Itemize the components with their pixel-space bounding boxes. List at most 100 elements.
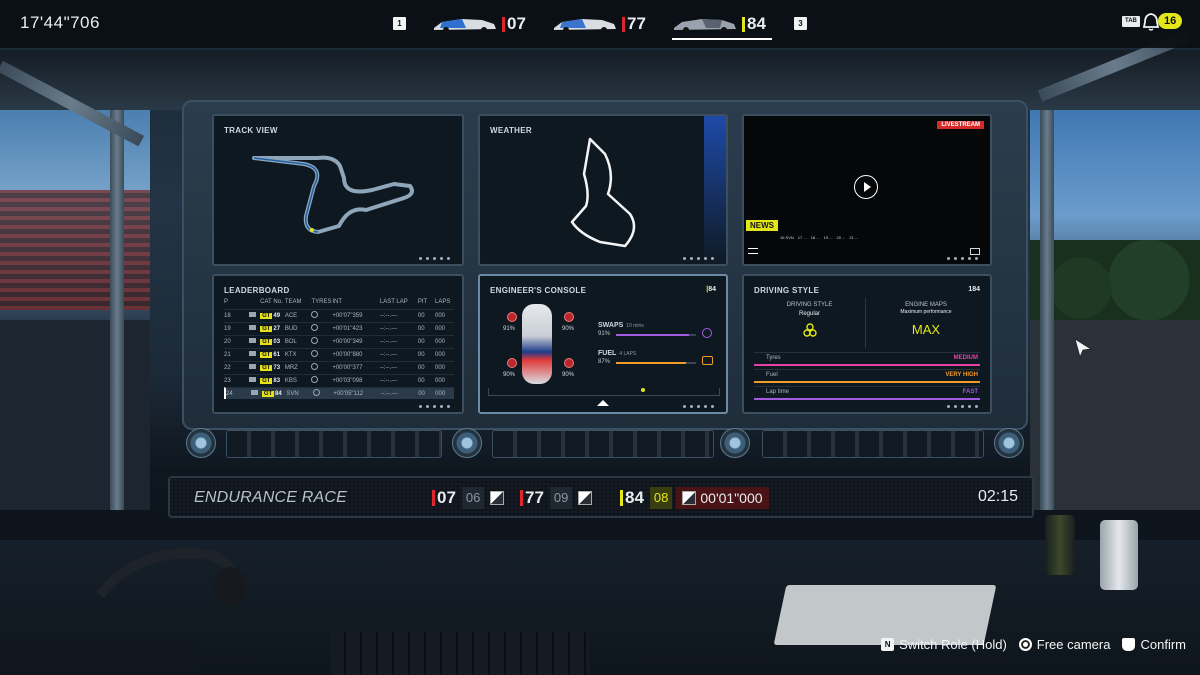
meter-bar xyxy=(754,398,980,400)
menu-icon[interactable] xyxy=(748,248,758,254)
driving-style-selector[interactable]: DRIVING STYLE Regular xyxy=(754,298,866,348)
col-tyres: TYRES xyxy=(311,299,332,305)
team-accent xyxy=(620,490,623,506)
leaderboard-panel[interactable]: LEADERBOARD P CAT No. TEAM TYRES INT LAS… xyxy=(212,274,464,414)
track-map xyxy=(252,155,414,234)
leaderboard-row[interactable]: 21 GT 61 KTX +00'00"880 --:--.--- 00 000 xyxy=(224,348,454,360)
row-last-lap: --:--.--- xyxy=(379,364,398,371)
driving-style-panel[interactable]: DRIVING STYLE 184 DRIVING STYLE Regular … xyxy=(742,274,992,414)
car-tab-77[interactable]: 77 xyxy=(552,10,652,40)
track-view-panel[interactable]: TRACK VIEW xyxy=(212,114,464,266)
row-position: 24 xyxy=(226,390,233,397)
row-pit: 00 xyxy=(417,325,425,332)
leaderboard-row[interactable]: 18 GT 49 ACE +00'07"359 --:--.--- 00 000 xyxy=(224,309,454,321)
free-camera-prompt[interactable]: Free camera xyxy=(1018,637,1110,652)
fuel-icon xyxy=(702,356,713,365)
team-accent xyxy=(520,490,523,506)
row-team: KTX xyxy=(284,351,297,358)
row-team: BOL xyxy=(284,338,297,345)
row-last-lap: --:--.--- xyxy=(379,325,398,332)
leaderboard-header: P CAT No. TEAM TYRES INT LAST LAP PIT LA… xyxy=(224,299,454,305)
race-car-icon xyxy=(434,19,496,33)
panel-title: WEATHER xyxy=(490,126,532,135)
livestream-panel[interactable]: LIVESTREAM NEWS 16 SVN 17 ... 18 ... 19 … xyxy=(742,114,992,266)
row-number: 03 xyxy=(273,338,281,345)
session-time: 17'44"706 xyxy=(20,13,100,32)
driving-style-value: Regular xyxy=(798,311,820,317)
flag-icon xyxy=(578,491,593,505)
tyre-fr-wear: 90% xyxy=(562,326,575,332)
tyre-compound-icon xyxy=(311,376,332,385)
leaderboard-row[interactable]: 20 GT 03 BOL +00'00"349 --:--.--- 00 000 xyxy=(224,335,454,347)
notification-count[interactable]: 16 xyxy=(1158,13,1183,29)
prompt-label: Confirm xyxy=(1140,637,1186,652)
col-number: No. xyxy=(273,299,283,305)
leaderboard-row[interactable]: 24 GT 84 SVN +00'05"112 --:--.--- 00 000 xyxy=(224,387,454,399)
camera-icon[interactable] xyxy=(248,312,260,319)
camera-icon[interactable] xyxy=(248,364,260,371)
pager-dots xyxy=(683,405,714,408)
camera-icon[interactable] xyxy=(248,377,260,384)
row-position: 18 xyxy=(224,312,231,319)
leaderboard-row[interactable]: 22 GT 73 MRZ +00'00"377 --:--.--- 00 000 xyxy=(224,361,454,373)
row-category: GT xyxy=(260,377,273,384)
race-progress-bar xyxy=(488,388,720,396)
expand-chevron-icon[interactable] xyxy=(597,400,609,406)
col-position: P xyxy=(224,299,229,305)
engine-map-selector[interactable]: ENGINE MAPS Maximum performance MAX xyxy=(868,298,984,348)
car-tab-84[interactable]: 84 xyxy=(672,10,772,40)
camera-icon[interactable] xyxy=(248,338,260,345)
meter-label: Tyres xyxy=(766,355,781,361)
car-number: 77 xyxy=(525,488,544,507)
confirm-prompt[interactable]: Confirm xyxy=(1122,637,1186,652)
play-button[interactable] xyxy=(854,175,878,199)
car-position-07: 07 06 xyxy=(432,487,505,509)
swap-icon xyxy=(702,328,712,338)
car-position-84: 84 08 00'01"000 xyxy=(620,487,769,509)
progress-marker xyxy=(641,388,645,392)
pit-lane-left xyxy=(0,320,150,510)
row-last-lap: --:--.--- xyxy=(379,351,398,358)
camera-icon[interactable] xyxy=(248,351,260,358)
console-knob xyxy=(186,428,216,458)
row-last-lap: --:--.--- xyxy=(379,338,398,345)
panel-title: DRIVING STYLE xyxy=(754,286,820,295)
prev-car-key[interactable]: 1 xyxy=(393,17,406,30)
meter-value: FAST xyxy=(962,389,978,395)
row-laps: 000 xyxy=(434,312,445,319)
leaderboard-row[interactable]: 23 GT 83 KBS +00'03"098 --:--.--- 00 000 xyxy=(224,374,454,386)
pager-dots xyxy=(683,257,714,260)
mouse-cursor-icon xyxy=(1074,338,1093,358)
news-ticker: 16 SVN 17 ... 18 ... 19 ... 20 ... 21 ..… xyxy=(780,235,982,240)
air-vent xyxy=(762,430,984,458)
camera-icon[interactable] xyxy=(250,390,262,397)
support-beam xyxy=(110,110,124,510)
row-interval: +00'00"880 xyxy=(332,351,363,358)
driving-style-icon xyxy=(803,323,817,337)
folder-icon[interactable] xyxy=(970,248,980,255)
engineer-console-panel[interactable]: ENGINEER'S CONSOLE |84 91% 90% 90% 90% S… xyxy=(478,274,728,414)
tyre-rr-wear: 90% xyxy=(562,372,575,378)
col-category: CAT xyxy=(260,299,272,305)
camera-icon[interactable] xyxy=(248,325,260,332)
row-position: 22 xyxy=(224,364,231,371)
weather-panel[interactable]: WEATHER xyxy=(478,114,728,266)
row-interval: +00'07"359 xyxy=(332,312,363,319)
row-position: 23 xyxy=(224,377,231,384)
car-tab-07[interactable]: 07 xyxy=(432,10,532,40)
livestream-badge: LIVESTREAM xyxy=(937,121,984,129)
ticker-item: 17 ... xyxy=(797,235,807,240)
switch-role-prompt[interactable]: N Switch Role (Hold) xyxy=(881,637,1007,652)
tab-key[interactable]: TAB xyxy=(1122,16,1140,27)
meter-label: Lap time xyxy=(766,389,790,395)
leaderboard-row[interactable]: 19 GT 27 BUD +00'01"423 --:--.--- 00 000 xyxy=(224,322,454,334)
energy-drink-can xyxy=(1045,515,1075,575)
row-team: SVN xyxy=(286,390,299,397)
row-category: GT xyxy=(260,312,273,319)
car-top-view xyxy=(522,304,552,384)
row-laps: 000 xyxy=(434,364,445,371)
pit-wall-console: TRACK VIEW WEATHER LIVESTREAM NEWS 16 SV… xyxy=(182,100,1028,430)
prompt-label: Switch Role (Hold) xyxy=(899,637,1007,652)
next-car-key[interactable]: 3 xyxy=(794,17,807,30)
row-laps: 000 xyxy=(434,351,445,358)
